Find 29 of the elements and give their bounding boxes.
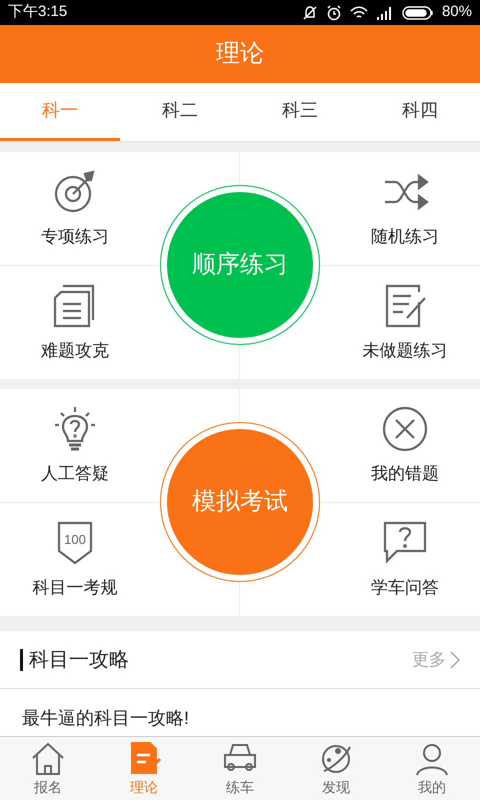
practice-item[interactable]: 100 科目一考规 bbox=[0, 502, 150, 616]
bell-off-icon bbox=[302, 4, 318, 20]
signal-icon bbox=[376, 6, 394, 20]
article-item[interactable]: 最牛逼的科目一攻略! bbox=[0, 689, 480, 736]
wifi-icon bbox=[350, 4, 368, 20]
page-title: 理论 bbox=[216, 39, 264, 69]
chevron-right-icon bbox=[450, 650, 460, 668]
practice-item[interactable]: 人工答疑 bbox=[0, 389, 150, 502]
nav-tab[interactable]: 报名 bbox=[0, 737, 96, 800]
practice-item[interactable]: 我的错题 bbox=[330, 389, 480, 502]
home-icon bbox=[30, 740, 66, 776]
practice-item[interactable]: 随机练习 bbox=[330, 152, 480, 264]
alarm-icon bbox=[326, 4, 342, 20]
battery-percent: 80% bbox=[442, 2, 472, 22]
practice-item[interactable]: 学车问答 bbox=[330, 502, 480, 616]
nav-tab[interactable]: 练车 bbox=[192, 737, 288, 800]
subject-tab[interactable]: 科二 bbox=[120, 83, 240, 141]
battery-icon bbox=[402, 6, 434, 20]
subject-tab[interactable]: 科四 bbox=[360, 83, 480, 141]
practice-item[interactable]: 难题攻克 bbox=[0, 266, 150, 379]
shield-number: 100 bbox=[64, 532, 86, 546]
subject-tab[interactable]: 科三 bbox=[240, 83, 360, 141]
section-title: 科目一攻略 bbox=[20, 648, 129, 670]
nav-tab[interactable]: 我的 bbox=[384, 737, 480, 800]
close-circle-icon bbox=[381, 404, 429, 452]
practice-item[interactable]: 未做题练习 bbox=[330, 266, 480, 379]
nav-tab[interactable]: 发现 bbox=[288, 737, 384, 800]
status-time: 下午3:15 bbox=[8, 2, 68, 22]
practice-item[interactable]: 专项练习 bbox=[0, 152, 150, 264]
